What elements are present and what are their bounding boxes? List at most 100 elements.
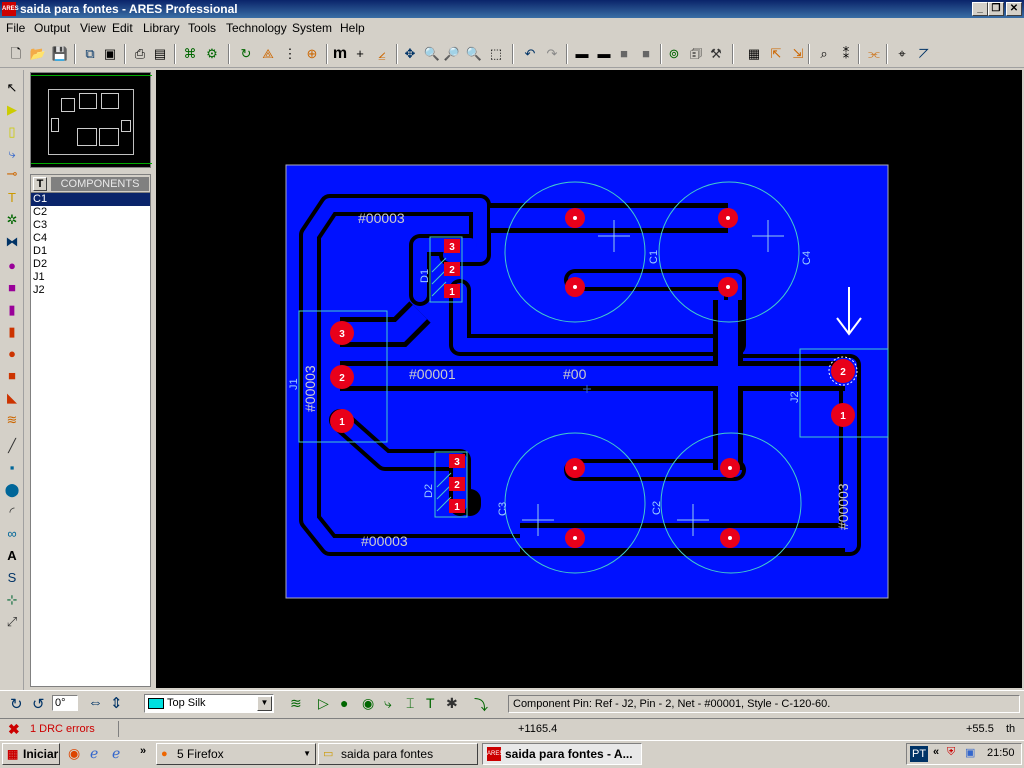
export-icon[interactable]: ▣ [100, 44, 120, 64]
menu-tools[interactable]: Tools [188, 21, 216, 35]
component-mode-icon[interactable]: ▶ [2, 100, 22, 120]
unit-indicator[interactable]: th [1006, 723, 1015, 735]
component-item-c1[interactable]: C1 [31, 193, 150, 206]
measure-icon[interactable]: ⦤ [372, 44, 392, 64]
autorouter-icon[interactable]: ⫘ [864, 44, 884, 64]
print-area-icon[interactable]: ▤ [150, 44, 170, 64]
design-rule-icon[interactable]: ⦢ [914, 44, 934, 64]
play-icon[interactable]: ▷ [318, 695, 329, 712]
component-item-d2[interactable]: D2 [31, 258, 150, 271]
autoroute-icon[interactable]: ⚙ [202, 44, 222, 64]
network-tray-icon[interactable]: ▣ [965, 746, 975, 759]
drc-errors-link[interactable]: 1 DRC errors [30, 723, 95, 735]
zoom-area-icon[interactable]: ⬚ [486, 44, 506, 64]
chevron-down-icon[interactable]: ▼ [257, 696, 272, 711]
cross-icon[interactable]: + [350, 44, 370, 64]
pan-icon[interactable]: ✥ [400, 44, 420, 64]
netlist-icon[interactable]: ⌘ [180, 44, 200, 64]
zone-tool-icon[interactable]: T [426, 695, 435, 711]
connectivity-icon[interactable]: ▦ [744, 44, 764, 64]
asterisk-tool-icon[interactable]: ✱ [446, 695, 458, 712]
track-tool-icon[interactable]: ⤷ [384, 695, 392, 712]
track-mode-icon[interactable]: ⤷ [2, 144, 22, 164]
circular-smt-pad-icon[interactable]: ● [2, 344, 22, 364]
print-icon[interactable]: ⎙ [130, 44, 150, 64]
grid-icon[interactable]: ⋮ [280, 44, 300, 64]
antivirus-tray-icon[interactable]: ⛨ [947, 746, 955, 759]
text-mode-icon[interactable]: A [2, 546, 22, 566]
redo-icon[interactable]: ↷ [542, 44, 562, 64]
marker-mode-icon[interactable]: ⊹ [2, 590, 22, 610]
round-tool-icon[interactable]: ◉ [362, 695, 374, 712]
round-pad-icon[interactable]: ● [2, 256, 22, 276]
restore-button[interactable]: ❐ [988, 2, 1004, 16]
menu-edit[interactable]: Edit [112, 21, 133, 35]
padstack-icon[interactable]: ≋ [2, 410, 22, 430]
polygonal-pad-icon[interactable]: ◣ [2, 388, 22, 408]
flip-icon[interactable]: ⟁ [258, 44, 278, 64]
mirror-vertical-icon[interactable]: ⇕ [110, 694, 123, 712]
block-delete-icon[interactable]: ■ [636, 44, 656, 64]
circle-mode-icon[interactable]: ⬤ [2, 480, 22, 500]
block-copy-icon[interactable]: ▬ [572, 44, 592, 64]
component-item-c4[interactable]: C4 [31, 232, 150, 245]
rotate-clockwise-icon[interactable]: ↻ [10, 695, 23, 713]
insert-tool-icon[interactable]: ⌶ [406, 695, 414, 712]
rect-smt-pad-icon[interactable]: ■ [2, 366, 22, 386]
mirror-horizontal-icon[interactable]: ⇔ [88, 694, 103, 711]
import-icon[interactable]: ⧉ [80, 44, 100, 64]
menu-view[interactable]: View [80, 21, 106, 35]
ratsnest-icon[interactable]: ⇱ [766, 44, 786, 64]
taskbar-ares-button[interactable]: ARES saida para fontes - A... [482, 743, 642, 765]
decompose-icon[interactable]: ⚒ [706, 44, 726, 64]
start-button[interactable]: ▦ Iniciar [2, 743, 60, 765]
component-item-c2[interactable]: C2 [31, 206, 150, 219]
language-indicator[interactable]: PT [910, 746, 929, 762]
ie-icon[interactable]: ℯ [90, 745, 98, 762]
taskbar-folder-button[interactable]: ▭ saida para fontes [318, 743, 478, 765]
save-icon[interactable]: 💾 [50, 44, 70, 64]
arc-mode-icon[interactable]: ◜ [2, 502, 22, 522]
origin-icon[interactable]: ⊕ [302, 44, 322, 64]
zoom-out-icon[interactable]: 🔎 [442, 44, 462, 64]
open-folder-icon[interactable]: 📂 [28, 44, 48, 64]
close-button[interactable]: ✕ [1006, 2, 1022, 16]
pick-part-icon[interactable]: ⊚ [664, 44, 684, 64]
via-tool-icon[interactable]: ● [340, 695, 348, 711]
pcb-editing-canvas[interactable]: 3 2 1 3 2 1 3 2 1 2 1 #00003 #00001 #00 … [156, 70, 1022, 688]
menu-library[interactable]: Library [143, 21, 180, 35]
rotation-angle-input[interactable]: 0° [52, 695, 78, 711]
property-assign-icon[interactable]: ⁑ [836, 44, 856, 64]
layer-select[interactable]: Top Silk ▼ [144, 694, 274, 713]
metric-icon[interactable]: m [330, 44, 350, 64]
ie-alt-icon[interactable]: ℯ [112, 745, 120, 762]
dil-pad-icon[interactable]: ▮ [2, 300, 22, 320]
zoom-all-icon[interactable]: 🔍 [464, 44, 484, 64]
selection-mode-icon[interactable]: ↖ [2, 78, 22, 98]
chrome-icon[interactable]: ◉ [68, 745, 80, 762]
force-vector-icon[interactable]: ⇲ [788, 44, 808, 64]
auto-placer-icon[interactable]: ⌖ [892, 44, 912, 64]
zoom-in-icon[interactable]: 🔍 [422, 44, 442, 64]
component-item-j1[interactable]: J1 [31, 271, 150, 284]
make-package-icon[interactable]: 🗊 [686, 44, 706, 64]
menu-technology[interactable]: Technology [226, 21, 287, 35]
edit-tool-icon[interactable]: ⤵ [474, 695, 488, 715]
block-move-icon[interactable]: ▬ [594, 44, 614, 64]
rotate-anticlockwise-icon[interactable]: ↺ [32, 695, 45, 713]
taskbar-firefox-button[interactable]: ● 5 Firefox ▼ [156, 743, 316, 765]
block-rotate-icon[interactable]: ■ [614, 44, 634, 64]
connectivity-mode-icon[interactable]: ⧓ [2, 232, 22, 252]
menu-file[interactable]: File [6, 21, 25, 35]
line-mode-icon[interactable]: ╱ [2, 436, 22, 456]
component-item-c3[interactable]: C3 [31, 219, 150, 232]
tag-toggle-button[interactable]: T [33, 177, 47, 191]
box-mode-icon[interactable]: ▪ [2, 458, 22, 478]
tray-expand-icon[interactable]: « [933, 746, 939, 758]
menu-help[interactable]: Help [340, 21, 365, 35]
ratsnest-mode-icon[interactable]: ✲ [2, 210, 22, 230]
component-item-d1[interactable]: D1 [31, 245, 150, 258]
menu-output[interactable]: Output [34, 21, 70, 35]
square-pad-icon[interactable]: ■ [2, 278, 22, 298]
minimize-button[interactable]: _ [972, 2, 988, 16]
